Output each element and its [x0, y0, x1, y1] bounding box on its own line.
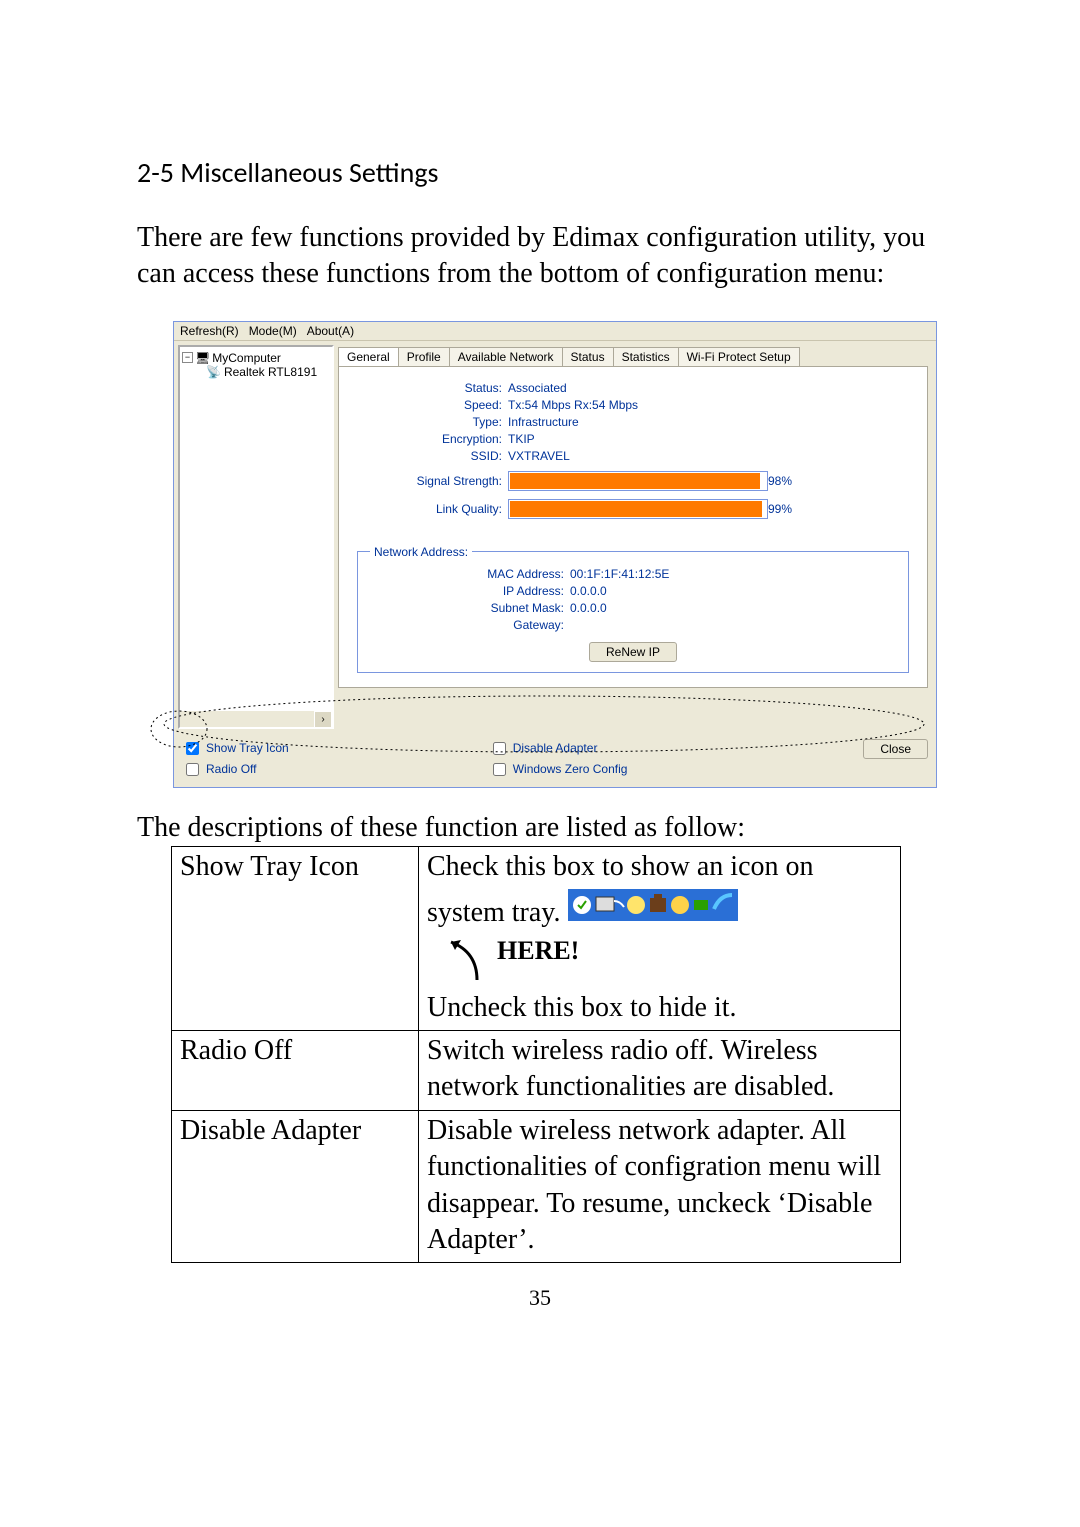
tree-child[interactable]: Realtek RTL8191 — [206, 365, 330, 379]
tab-general[interactable]: General — [338, 347, 399, 366]
label-type: Type: — [353, 415, 508, 429]
value-gateway — [570, 618, 896, 632]
value-encryption: TKIP — [508, 432, 913, 446]
value-subnet: 0.0.0.0 — [570, 601, 896, 615]
disable-adapter-input[interactable] — [493, 742, 506, 755]
table-row: Radio Off Switch wireless radio off. Wir… — [172, 1030, 901, 1110]
renew-ip-button[interactable]: ReNew IP — [589, 642, 677, 662]
network-address-group: Network Address: MAC Address: 00:1F:1F:4… — [357, 545, 909, 673]
cell-disable-adapter-key: Disable Adapter — [172, 1110, 419, 1263]
tree-root-label: MyComputer — [212, 351, 281, 365]
tab-strip: General Profile Available Network Status… — [338, 347, 928, 366]
disable-adapter-checkbox[interactable]: Disable Adapter — [489, 739, 628, 758]
descriptions-table: Show Tray Icon Check this box to show an… — [171, 846, 901, 1264]
menu-refresh[interactable]: Refresh(R) — [180, 324, 239, 338]
value-ssid: VXTRAVEL — [508, 449, 913, 463]
windows-zero-checkbox[interactable]: Windows Zero Config — [489, 760, 628, 779]
label-gateway: Gateway: — [370, 618, 570, 632]
config-screenshot: Refresh(R) Mode(M) About(A) − MyComputer… — [173, 321, 943, 788]
menu-about[interactable]: About(A) — [307, 324, 354, 338]
descriptions-intro: The descriptions of these function are l… — [137, 812, 943, 844]
tree-pane: − MyComputer Realtek RTL8191 › — [178, 345, 334, 729]
menu-bar: Refresh(R) Mode(M) About(A) — [174, 322, 936, 341]
value-speed: Tx:54 Mbps Rx:54 Mbps — [508, 398, 913, 412]
signal-strength-bar — [508, 471, 768, 491]
radio-off-label: Radio Off — [206, 762, 256, 776]
value-signal-strength: 98% — [768, 474, 808, 488]
network-address-legend: Network Address: — [370, 545, 472, 559]
tab-body: Status: Associated Speed: Tx:54 Mbps Rx:… — [338, 366, 928, 688]
show-tray-desc-line2: Uncheck this box to hide it. — [427, 992, 737, 1023]
computer-icon — [195, 351, 210, 365]
show-tray-input[interactable] — [186, 742, 199, 755]
label-speed: Speed: — [353, 398, 508, 412]
cell-show-tray-value: Check this box to show an icon on system… — [419, 846, 901, 1030]
radio-off-checkbox[interactable]: Radio Off — [182, 760, 289, 779]
label-mac: MAC Address: — [370, 567, 570, 581]
section-heading: 2-5 Miscellaneous Settings — [137, 155, 943, 190]
cell-disable-adapter-value: Disable wireless network adapter. All fu… — [419, 1110, 901, 1263]
cell-show-tray-key: Show Tray Icon — [172, 846, 419, 1030]
tree-root[interactable]: − MyComputer — [182, 351, 330, 365]
intro-paragraph: There are few functions provided by Edim… — [137, 220, 943, 293]
label-signal-strength: Signal Strength: — [353, 474, 508, 488]
tree-scrollbar[interactable]: › — [180, 711, 332, 727]
radio-off-input[interactable] — [186, 763, 199, 776]
tab-wifi-protect[interactable]: Wi-Fi Protect Setup — [678, 347, 800, 366]
value-type: Infrastructure — [508, 415, 913, 429]
label-ssid: SSID: — [353, 449, 508, 463]
system-tray-icons — [568, 889, 738, 921]
disable-adapter-label: Disable Adapter — [513, 741, 598, 755]
value-status: Associated — [508, 381, 913, 395]
label-status: Status: — [353, 381, 508, 395]
label-encryption: Encryption: — [353, 432, 508, 446]
close-button[interactable]: Close — [863, 739, 928, 759]
value-mac: 00:1F:1F:41:12:5E — [570, 567, 896, 581]
menu-mode[interactable]: Mode(M) — [249, 324, 297, 338]
tab-statistics[interactable]: Statistics — [613, 347, 679, 366]
value-ip: 0.0.0.0 — [570, 584, 896, 598]
page-number: 35 — [137, 1285, 943, 1311]
table-row: Disable Adapter Disable wireless network… — [172, 1110, 901, 1263]
here-arrow-icon — [427, 932, 487, 982]
scroll-right-icon[interactable]: › — [314, 711, 332, 729]
label-subnet: Subnet Mask: — [370, 601, 570, 615]
adapter-icon — [206, 365, 221, 379]
value-link-quality: 99% — [768, 502, 808, 516]
table-row: Show Tray Icon Check this box to show an… — [172, 846, 901, 1030]
tree-collapse-icon[interactable]: − — [182, 352, 193, 363]
tree-child-label: Realtek RTL8191 — [224, 365, 317, 379]
label-ip: IP Address: — [370, 584, 570, 598]
show-tray-checkbox[interactable]: Show Tray Icon — [182, 739, 289, 758]
label-link-quality: Link Quality: — [353, 502, 508, 516]
cell-radio-off-key: Radio Off — [172, 1030, 419, 1110]
show-tray-label: Show Tray Icon — [206, 741, 289, 755]
cell-radio-off-value: Switch wireless radio off. Wireless netw… — [419, 1030, 901, 1110]
windows-zero-input[interactable] — [493, 763, 506, 776]
link-quality-bar — [508, 499, 768, 519]
tab-available-network[interactable]: Available Network — [449, 347, 563, 366]
tab-status[interactable]: Status — [562, 347, 614, 366]
app-window: Refresh(R) Mode(M) About(A) − MyComputer… — [173, 321, 937, 788]
windows-zero-label: Windows Zero Config — [513, 762, 628, 776]
here-label: HERE! — [497, 934, 579, 968]
bottom-bar: Show Tray Icon Radio Off Disable Adapter — [174, 733, 936, 787]
tab-profile[interactable]: Profile — [398, 347, 450, 366]
